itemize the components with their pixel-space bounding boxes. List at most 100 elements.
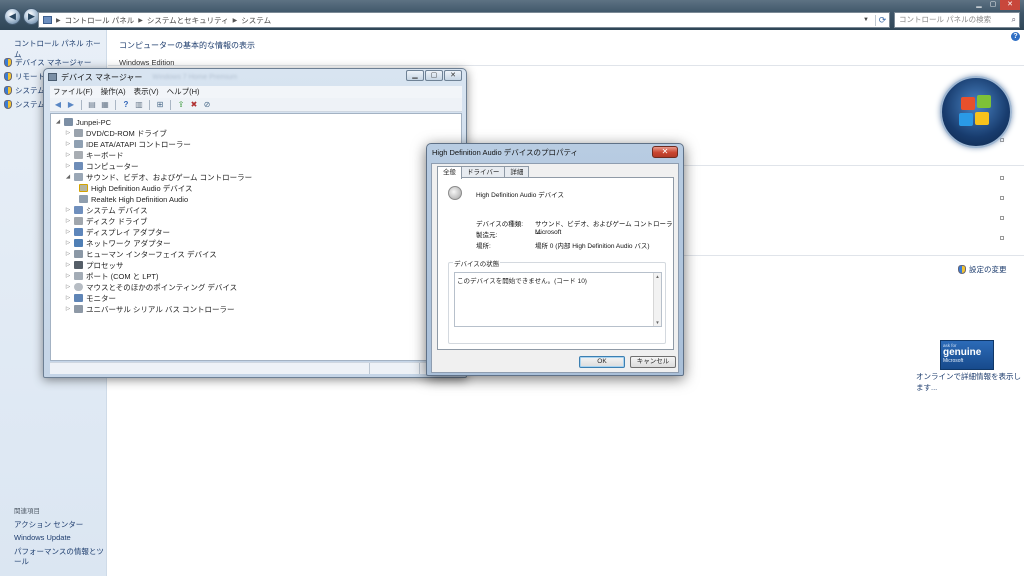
- tree-item[interactable]: ▷ ヒューマン インターフェイス デバイス: [65, 249, 217, 259]
- device-status-textbox[interactable]: このデバイスを開始できません。(コード 10) ▲ ▼: [454, 272, 662, 327]
- search-input[interactable]: コントロール パネルの検索 ⌕: [894, 12, 1020, 28]
- properties-dialog: High Definition Audio デバイスのプロパティ ✕ 全般 ドラ…: [426, 143, 684, 376]
- expand-icon[interactable]: ▷: [65, 306, 71, 312]
- expand-icon[interactable]: ▷: [65, 240, 71, 246]
- tree-item[interactable]: ▷ マウスとそのほかのポインティング デバイス: [65, 282, 237, 292]
- scroll-up-icon[interactable]: ▲: [654, 274, 661, 279]
- port-icon: [74, 272, 83, 280]
- expand-icon[interactable]: ▷: [65, 251, 71, 257]
- properties-icon[interactable]: ▦: [100, 100, 110, 110]
- expand-icon[interactable]: ▷: [65, 207, 71, 213]
- breadcrumb-item[interactable]: システム: [241, 15, 271, 26]
- sidebar-link-remote[interactable]: リモート: [4, 71, 45, 82]
- tree-label: コンピューター: [86, 161, 139, 171]
- change-settings-link[interactable]: 設定の変更: [958, 264, 1007, 275]
- search-icon[interactable]: ⌕: [1012, 13, 1016, 27]
- expand-icon[interactable]: ▷: [65, 130, 71, 136]
- tree-item[interactable]: ▷ コンピューター: [65, 161, 139, 171]
- expand-icon[interactable]: ▷: [65, 141, 71, 147]
- update-driver-icon[interactable]: ⇪: [176, 100, 186, 110]
- toolbar-separator: [170, 99, 171, 110]
- disable-device-icon[interactable]: ⊘: [202, 100, 212, 110]
- expand-icon[interactable]: ▷: [65, 295, 71, 301]
- minimize-icon[interactable]: ▁: [972, 0, 986, 10]
- back-arrow-icon[interactable]: ◀: [4, 8, 21, 25]
- scan-hardware-icon[interactable]: ⊞: [155, 100, 165, 110]
- tree-item-realtek[interactable]: Realtek High Definition Audio: [79, 194, 188, 204]
- tree-item[interactable]: ▷ ユニバーサル シリアル バス コントローラー: [65, 304, 235, 314]
- tree-item[interactable]: ▷ ポート (COM と LPT): [65, 271, 159, 281]
- nav-buttons: ◀ ▶: [4, 8, 40, 25]
- usb-controller-icon: [74, 305, 83, 313]
- expand-icon[interactable]: ▷: [65, 273, 71, 279]
- show-hide-tree-icon[interactable]: ▤: [87, 100, 97, 110]
- close-icon[interactable]: ✕: [1000, 0, 1020, 10]
- tree-item[interactable]: ▷ DVD/CD-ROM ドライブ: [65, 128, 167, 138]
- genuine-line2: genuine: [943, 347, 982, 358]
- tree-label: キーボード: [86, 150, 124, 160]
- breadcrumb-item[interactable]: コントロール パネル: [65, 15, 135, 26]
- address-bar[interactable]: ▶ コントロール パネル ▶ システムとセキュリティ ▶ システム ▼ ⟳: [38, 12, 890, 28]
- collapse-icon[interactable]: ◢: [55, 119, 61, 125]
- expand-icon[interactable]: ▷: [65, 152, 71, 158]
- help-icon[interactable]: ?: [1011, 32, 1020, 41]
- online-more-info-link[interactable]: オンラインで詳細情報を表示します...: [916, 371, 1024, 393]
- sidebar-link-system-protection[interactable]: システム: [4, 85, 45, 96]
- uninstall-icon[interactable]: ✖: [189, 100, 199, 110]
- tree-item[interactable]: ◢ サウンド、ビデオ、およびゲーム コントローラー: [65, 172, 252, 182]
- general-tab-panel: High Definition Audio デバイス デバイスの種類: サウンド…: [437, 177, 674, 350]
- maximize-icon[interactable]: ▢: [986, 0, 1000, 10]
- device-type-label: デバイスの種類:: [476, 221, 524, 228]
- tree-item[interactable]: ▷ モニター: [65, 293, 116, 303]
- genuine-microsoft-badge[interactable]: ask for genuine Microsoft: [940, 340, 994, 370]
- related-link-windows-update[interactable]: Windows Update: [14, 533, 71, 542]
- tree-item[interactable]: ▷ ディスプレイ アダプター: [65, 227, 170, 237]
- tab-general[interactable]: 全般: [437, 166, 462, 179]
- menu-action[interactable]: 操作(A): [101, 86, 126, 98]
- back-icon[interactable]: ◀: [53, 100, 63, 110]
- collapse-icon[interactable]: ◢: [65, 174, 71, 180]
- tree-item[interactable]: ▷ プロセッサ: [65, 260, 124, 270]
- tree-item[interactable]: ▷ キーボード: [65, 150, 124, 160]
- address-dropdown-icon[interactable]: ▼: [861, 17, 871, 23]
- breadcrumb-item[interactable]: システムとセキュリティ: [147, 15, 229, 26]
- menu-help[interactable]: ヘルプ(H): [167, 86, 200, 98]
- forward-icon[interactable]: ▶: [66, 100, 76, 110]
- divider: [108, 65, 1024, 66]
- expand-icon[interactable]: ▷: [65, 284, 71, 290]
- expand-icon[interactable]: ▷: [65, 229, 71, 235]
- refresh-icon[interactable]: ⟳: [875, 14, 889, 26]
- tree-item[interactable]: ▷ ディスク ドライブ: [65, 216, 148, 226]
- minimize-icon[interactable]: ▁: [406, 70, 424, 81]
- ide-controller-icon: [74, 140, 83, 148]
- expand-icon[interactable]: ▷: [65, 163, 71, 169]
- cancel-button[interactable]: キャンセル: [630, 356, 676, 368]
- search-placeholder: コントロール パネルの検索: [899, 15, 992, 24]
- properties-titlebar[interactable]: High Definition Audio デバイスのプロパティ: [427, 144, 683, 162]
- menu-file[interactable]: ファイル(F): [53, 86, 93, 98]
- related-link-performance[interactable]: パフォーマンスの情報とツール: [14, 547, 106, 567]
- scroll-down-icon[interactable]: ▼: [654, 320, 661, 325]
- tree-item[interactable]: ▷ IDE ATA/ATAPI コントローラー: [65, 139, 191, 149]
- tree-item[interactable]: ▷ ネットワーク アダプター: [65, 238, 171, 248]
- tree-label: ヒューマン インターフェイス デバイス: [86, 249, 217, 259]
- close-icon[interactable]: ✕: [444, 70, 462, 81]
- ok-button[interactable]: OK: [579, 356, 625, 368]
- device-manager-titlebar[interactable]: デバイス マネージャー Windows 7 Home Premium: [44, 69, 466, 85]
- sidebar-link-system-advanced[interactable]: システム: [4, 99, 45, 110]
- related-link-action-center[interactable]: アクション センター: [14, 519, 83, 530]
- tree-item-hd-audio[interactable]: High Definition Audio デバイス: [79, 183, 193, 193]
- expand-icon[interactable]: ▷: [65, 262, 71, 268]
- expand-icon[interactable]: ▷: [65, 218, 71, 224]
- help-icon[interactable]: ?: [121, 100, 131, 110]
- maximize-icon[interactable]: ▢: [425, 70, 443, 81]
- close-icon[interactable]: ✕: [652, 146, 678, 158]
- scroll-marker: [1000, 138, 1004, 142]
- sidebar-link-device-manager[interactable]: デバイス マネージャー: [4, 57, 91, 68]
- menu-view[interactable]: 表示(V): [134, 86, 159, 98]
- uac-shield-icon: [4, 58, 12, 67]
- status-scrollbar[interactable]: ▲ ▼: [653, 273, 661, 326]
- tree-root[interactable]: ◢ Junpei-PC: [55, 117, 111, 127]
- details-icon[interactable]: ▥: [134, 100, 144, 110]
- tree-item[interactable]: ▷ システム デバイス: [65, 205, 148, 215]
